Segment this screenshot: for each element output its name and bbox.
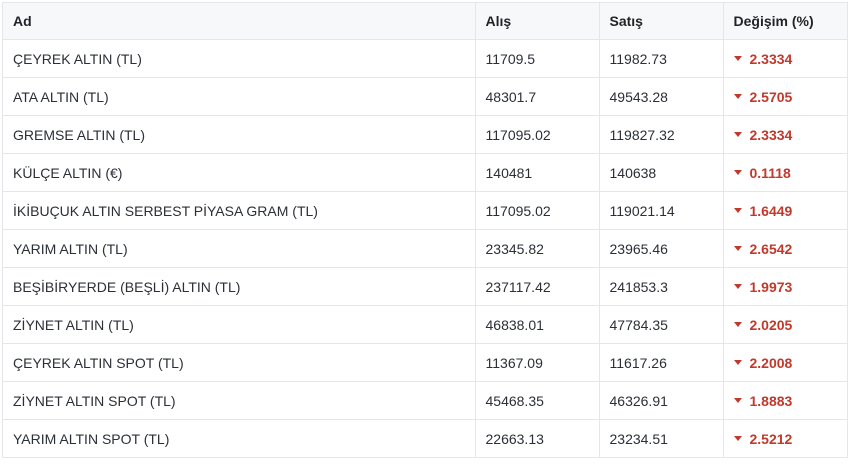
cell-change: 1.9973 — [722, 267, 847, 306]
table-row[interactable]: ZİYNET ALTIN (TL) 46838.01 47784.35 2.0205 — [3, 305, 847, 344]
cell-sell: 119021.14 — [598, 191, 723, 230]
cell-buy: 45468.35 — [474, 381, 599, 420]
cell-buy: 11367.09 — [474, 343, 599, 382]
caret-down-icon — [733, 284, 742, 290]
caret-down-icon — [733, 94, 742, 100]
table-row[interactable]: YARIM ALTIN SPOT (TL) 22663.13 23234.51 2.5… — [3, 419, 847, 458]
cell-sell: 49543.28 — [598, 77, 723, 116]
caret-down-icon — [733, 246, 742, 252]
cell-buy: 117095.02 — [474, 191, 599, 230]
change-value: 2.3334 — [749, 50, 793, 67]
caret-down-icon — [733, 56, 742, 62]
cell-sell: 47784.35 — [598, 305, 723, 344]
cell-change: 2.6542 — [722, 229, 847, 268]
cell-sell: 241853.3 — [598, 267, 723, 306]
table-row[interactable]: ATA ALTIN (TL) 48301.7 49543.28 2.5705 — [3, 77, 847, 116]
cell-change: 2.5212 — [722, 419, 847, 458]
cell-sell: 11982.73 — [598, 39, 723, 78]
cell-change: 1.8883 — [722, 381, 847, 420]
cell-buy: 46838.01 — [474, 305, 599, 344]
cell-change: 2.5705 — [722, 77, 847, 116]
caret-down-icon — [733, 398, 742, 404]
cell-buy: 237117.42 — [474, 267, 599, 306]
cell-sell: 140638 — [598, 153, 723, 192]
cell-name: ATA ALTIN (TL) — [3, 77, 475, 116]
cell-sell: 23234.51 — [598, 419, 723, 458]
cell-change: 2.0205 — [722, 305, 847, 344]
cell-name: ÇEYREK ALTIN SPOT (TL) — [3, 343, 475, 382]
cell-name: ÇEYREK ALTIN (TL) — [3, 39, 475, 78]
cell-change: 0.1118 — [722, 153, 847, 192]
cell-change: 2.3334 — [722, 39, 847, 78]
cell-buy: 22663.13 — [474, 419, 599, 458]
table-row[interactable]: BEŞİBİRYERDE (BEŞLİ) ALTIN (TL) 237117.42… — [3, 267, 847, 306]
cell-buy: 117095.02 — [474, 115, 599, 154]
caret-down-icon — [733, 436, 742, 442]
cell-name: İKİBUÇUK ALTIN SERBEST PİYASA GRAM (TL) — [3, 191, 475, 230]
cell-buy: 48301.7 — [474, 77, 599, 116]
change-value: 2.3334 — [749, 126, 793, 143]
caret-down-icon — [733, 132, 742, 138]
change-value: 1.6449 — [749, 202, 793, 219]
table-header-row: Ad Alış Satış Değişim (%) — [3, 2, 847, 40]
gold-price-table: Ad Alış Satış Değişim (%) ÇEYREK ALTIN (… — [2, 2, 848, 458]
change-value: 1.8883 — [749, 392, 793, 409]
table-row[interactable]: ÇEYREK ALTIN SPOT (TL) 11367.09 11617.26 2.… — [3, 343, 847, 382]
change-value: 0.1118 — [749, 164, 791, 181]
cell-name: GREMSE ALTIN (TL) — [3, 115, 475, 154]
cell-sell: 46326.91 — [598, 381, 723, 420]
column-header-change[interactable]: Değişim (%) — [722, 2, 847, 40]
column-header-name[interactable]: Ad — [3, 2, 475, 40]
change-value: 2.2008 — [749, 354, 793, 371]
cell-buy: 23345.82 — [474, 229, 599, 268]
caret-down-icon — [733, 360, 742, 366]
cell-buy: 140481 — [474, 153, 599, 192]
caret-down-icon — [733, 170, 742, 176]
cell-sell: 119827.32 — [598, 115, 723, 154]
change-value: 2.5212 — [749, 430, 793, 447]
cell-buy: 11709.5 — [474, 39, 599, 78]
cell-name: YARIM ALTIN SPOT (TL) — [3, 419, 475, 458]
cell-change: 1.6449 — [722, 191, 847, 230]
change-value: 2.0205 — [749, 316, 793, 333]
caret-down-icon — [733, 322, 742, 328]
cell-name: KÜLÇE ALTIN (€) — [3, 153, 475, 192]
cell-change: 2.2008 — [722, 343, 847, 382]
change-value: 1.9973 — [749, 278, 793, 295]
column-header-buy[interactable]: Alış — [474, 2, 599, 40]
table-row[interactable]: İKİBUÇUK ALTIN SERBEST PİYASA GRAM (TL) 1… — [3, 191, 847, 230]
cell-sell: 11617.26 — [598, 343, 723, 382]
table-row[interactable]: YARIM ALTIN (TL) 23345.82 23965.46 2.6542 — [3, 229, 847, 268]
change-value: 2.5705 — [749, 88, 793, 105]
table-row[interactable]: ZİYNET ALTIN SPOT (TL) 45468.35 46326.91 1.… — [3, 381, 847, 420]
cell-name: YARIM ALTIN (TL) — [3, 229, 475, 268]
cell-sell: 23965.46 — [598, 229, 723, 268]
cell-name: ZİYNET ALTIN SPOT (TL) — [3, 381, 475, 420]
table-row[interactable]: KÜLÇE ALTIN (€) 140481 140638 0.1118 — [3, 153, 847, 192]
change-value: 2.6542 — [749, 240, 793, 257]
table-row[interactable]: ÇEYREK ALTIN (TL) 11709.5 11982.73 2.3334 — [3, 39, 847, 78]
cell-name: ZİYNET ALTIN (TL) — [3, 305, 475, 344]
table-row[interactable]: GREMSE ALTIN (TL) 117095.02 119827.32 2.333… — [3, 115, 847, 154]
cell-name: BEŞİBİRYERDE (BEŞLİ) ALTIN (TL) — [3, 267, 475, 306]
column-header-sell[interactable]: Satış — [598, 2, 723, 40]
caret-down-icon — [733, 208, 742, 214]
price-table: Ad Alış Satış Değişim (%) ÇEYREK ALTIN (… — [3, 2, 847, 458]
cell-change: 2.3334 — [722, 115, 847, 154]
